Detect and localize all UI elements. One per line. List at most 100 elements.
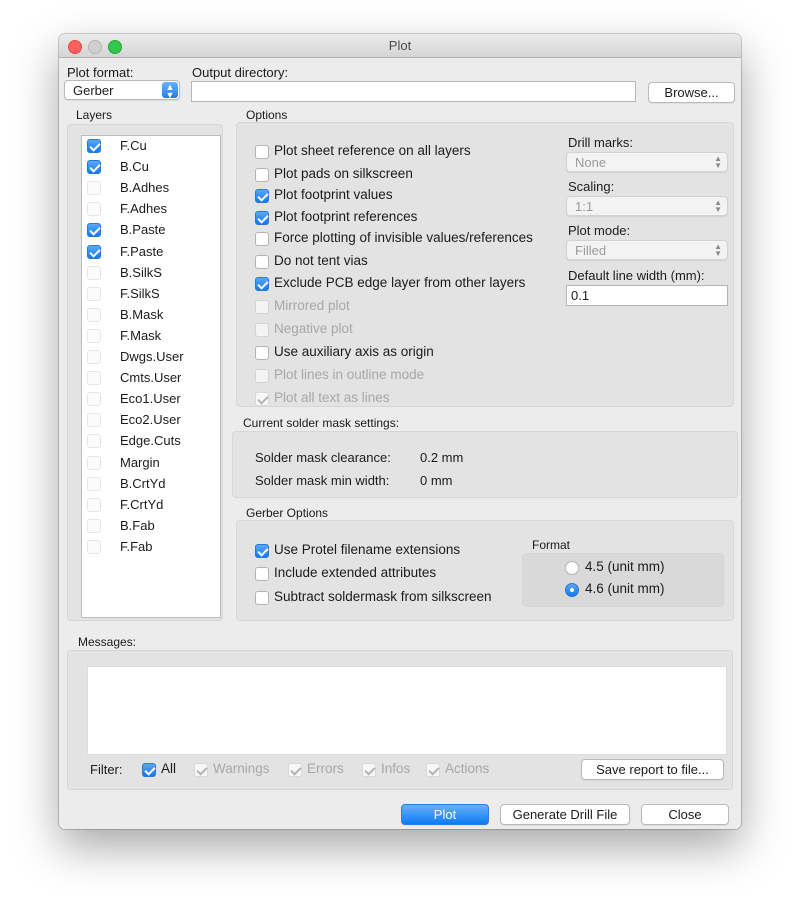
- layer-label: B.Adhes: [120, 180, 170, 196]
- option-checkbox[interactable]: [255, 277, 269, 291]
- plot-button[interactable]: Plot: [401, 804, 489, 825]
- layer-checkbox[interactable]: [87, 539, 101, 554]
- layer-checkbox[interactable]: [87, 518, 101, 533]
- messages-log[interactable]: [87, 666, 727, 755]
- layer-row[interactable]: B.CrtYd: [82, 474, 220, 495]
- filter-checkbox[interactable]: [362, 763, 376, 777]
- layer-label: B.Fab: [120, 517, 155, 533]
- option-checkbox[interactable]: [255, 392, 269, 406]
- layer-checkbox[interactable]: [87, 244, 101, 259]
- option-checkbox[interactable]: [255, 369, 269, 383]
- layer-label: F.Fab: [120, 538, 153, 554]
- solder-mask-min-width-label: Solder mask min width:: [255, 473, 390, 488]
- scaling-select[interactable]: 1:1 ▲ ▼: [566, 196, 728, 216]
- gerber-checkbox[interactable]: [255, 544, 269, 558]
- plot-format-select[interactable]: Gerber ▲ ▼: [64, 80, 180, 100]
- layer-row[interactable]: Eco1.User: [82, 389, 220, 410]
- layer-row[interactable]: B.Paste: [82, 220, 220, 241]
- layer-row[interactable]: Cmts.User: [82, 368, 220, 389]
- line-width-label: Default line width (mm):: [568, 268, 705, 283]
- option-label: Plot footprint values: [274, 187, 393, 202]
- save-report-button[interactable]: Save report to file...: [581, 759, 724, 780]
- line-width-input[interactable]: 0.1: [566, 285, 728, 306]
- layer-checkbox[interactable]: [87, 202, 101, 217]
- layer-label: Dwgs.User: [120, 349, 184, 364]
- filter-checkbox[interactable]: [426, 763, 440, 777]
- layer-row[interactable]: Margin: [82, 453, 220, 474]
- layer-row[interactable]: Eco2.User: [82, 410, 220, 431]
- layer-checkbox[interactable]: [87, 307, 101, 322]
- layer-row[interactable]: F.Cu: [82, 136, 220, 157]
- layer-checkbox[interactable]: [87, 265, 101, 280]
- layer-label: Margin: [120, 454, 160, 470]
- browse-button[interactable]: Browse...: [648, 82, 735, 103]
- layer-checkbox[interactable]: [87, 181, 101, 196]
- layer-row[interactable]: F.Adhes: [82, 199, 220, 220]
- plot-mode-select[interactable]: Filled ▲ ▼: [566, 240, 728, 260]
- layer-checkbox[interactable]: [87, 160, 101, 175]
- output-dir-input[interactable]: [191, 81, 636, 102]
- layer-label: Eco1.User: [120, 391, 181, 407]
- layer-row[interactable]: B.Fab: [82, 516, 220, 537]
- option-checkbox[interactable]: [255, 189, 269, 203]
- generate-drill-file-button[interactable]: Generate Drill File: [500, 804, 630, 825]
- layer-row[interactable]: B.Mask: [82, 305, 220, 326]
- plot-format-value: Gerber: [73, 83, 114, 98]
- layer-row[interactable]: Edge.Cuts: [82, 431, 220, 452]
- filter-checkbox[interactable]: [194, 763, 208, 777]
- solder-mask-min-width-value: 0 mm: [420, 473, 453, 488]
- format-radio[interactable]: [565, 561, 579, 575]
- layer-checkbox[interactable]: [87, 328, 101, 343]
- option-checkbox[interactable]: [255, 145, 269, 159]
- option-label: Force plotting of invisible values/refer…: [274, 230, 533, 245]
- layer-label: F.SilkS: [120, 285, 160, 301]
- option-checkbox[interactable]: [255, 255, 269, 269]
- option-checkbox[interactable]: [255, 323, 269, 337]
- layer-row[interactable]: Dwgs.User: [82, 347, 220, 368]
- layer-row[interactable]: F.CrtYd: [82, 495, 220, 516]
- layer-checkbox[interactable]: [87, 223, 101, 238]
- layer-checkbox[interactable]: [87, 497, 101, 512]
- gerber-option-label: Include extended attributes: [274, 565, 437, 580]
- layer-checkbox[interactable]: [87, 476, 101, 491]
- layer-row[interactable]: F.Paste: [82, 242, 220, 263]
- option-checkbox[interactable]: [255, 211, 269, 225]
- option-label: Exclude PCB edge layer from other layers: [274, 275, 526, 290]
- solder-mask-title: Current solder mask settings:: [243, 416, 400, 430]
- layer-label: B.Mask: [120, 306, 164, 322]
- layer-checkbox[interactable]: [87, 350, 101, 364]
- close-button[interactable]: Close: [641, 804, 729, 825]
- scaling-value: 1:1: [575, 199, 594, 214]
- layer-row[interactable]: B.SilkS: [82, 263, 220, 284]
- layer-checkbox[interactable]: [87, 413, 101, 428]
- layer-checkbox[interactable]: [87, 286, 101, 301]
- drill-marks-value: None: [575, 155, 607, 170]
- layer-row[interactable]: F.Fab: [82, 537, 220, 558]
- chevron-updown-icon: ▲ ▼: [162, 82, 178, 100]
- layers-list[interactable]: F.Cu B.Cu B.Adhes F.Adhes B.Paste F.Paste B.Si…: [81, 135, 221, 618]
- layer-label: F.Cu: [120, 138, 147, 153]
- layer-checkbox[interactable]: [87, 434, 101, 449]
- format-radio-label: 4.6 (unit mm): [585, 581, 665, 596]
- layer-row[interactable]: F.SilkS: [82, 284, 220, 305]
- gerber-checkbox[interactable]: [255, 591, 269, 605]
- layer-label: B.Cu: [120, 159, 149, 175]
- layer-row[interactable]: F.Mask: [82, 326, 220, 347]
- output-dir-label: Output directory:: [192, 65, 289, 80]
- messages-title: Messages:: [78, 635, 137, 649]
- layer-checkbox[interactable]: [87, 371, 101, 386]
- option-checkbox[interactable]: [255, 300, 269, 314]
- layer-row[interactable]: B.Adhes: [82, 178, 220, 199]
- layer-checkbox[interactable]: [87, 139, 101, 153]
- format-radio[interactable]: [565, 583, 579, 597]
- drill-marks-select[interactable]: None ▲ ▼: [566, 152, 728, 172]
- layer-row[interactable]: B.Cu: [82, 157, 220, 178]
- layer-checkbox[interactable]: [87, 392, 101, 407]
- gerber-checkbox[interactable]: [255, 567, 269, 581]
- option-checkbox[interactable]: [255, 232, 269, 246]
- option-checkbox[interactable]: [255, 168, 269, 182]
- filter-checkbox[interactable]: [288, 763, 302, 777]
- option-checkbox[interactable]: [255, 346, 269, 360]
- layer-checkbox[interactable]: [87, 455, 101, 470]
- filter-checkbox[interactable]: [142, 763, 156, 777]
